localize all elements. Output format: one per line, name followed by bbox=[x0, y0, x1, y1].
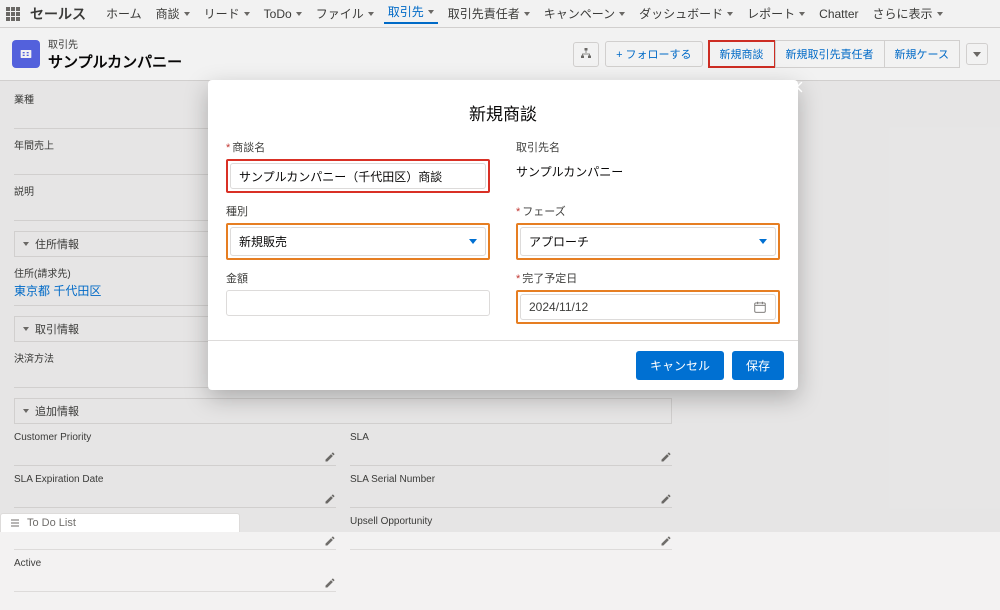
calendar-icon bbox=[753, 300, 767, 314]
cancel-button[interactable]: キャンセル bbox=[636, 351, 724, 380]
field-label: 金額 bbox=[226, 273, 248, 285]
modal-title: 新規商談 bbox=[208, 80, 798, 139]
chevron-down-icon bbox=[759, 239, 767, 244]
todo-utility-bar[interactable]: To Do List bbox=[0, 513, 240, 532]
close-icon[interactable] bbox=[788, 78, 812, 102]
type-field: 種別 新規販売 bbox=[226, 203, 490, 260]
detail-field: Active bbox=[14, 558, 336, 592]
close-date-field: *完了予定日 2024/11/12 bbox=[516, 270, 780, 324]
list-icon bbox=[9, 517, 21, 529]
field-label: 取引先名 bbox=[516, 142, 560, 154]
field-label: 商談名 bbox=[232, 142, 265, 154]
utility-label: To Do List bbox=[27, 517, 76, 529]
select-value: アプローチ bbox=[529, 233, 589, 250]
field-value bbox=[14, 571, 336, 585]
phase-select[interactable]: アプローチ bbox=[520, 227, 776, 256]
account-name-field: 取引先名 サンプルカンパニー bbox=[516, 139, 780, 193]
amount-field: 金額 bbox=[226, 270, 490, 324]
field-label: Active bbox=[14, 558, 336, 569]
phase-field: *フェーズ アプローチ bbox=[516, 203, 780, 260]
field-label: フェーズ bbox=[522, 206, 565, 218]
field-label: 種別 bbox=[226, 206, 248, 218]
date-value: 2024/11/12 bbox=[529, 300, 588, 314]
amount-input[interactable] bbox=[226, 290, 490, 316]
field-label: 完了予定日 bbox=[522, 273, 577, 285]
type-select[interactable]: 新規販売 bbox=[230, 227, 486, 256]
account-name-value: サンプルカンパニー bbox=[516, 159, 780, 180]
chevron-down-icon bbox=[469, 239, 477, 244]
opportunity-name-field: *商談名 bbox=[226, 139, 490, 193]
select-value: 新規販売 bbox=[239, 233, 287, 250]
close-date-input[interactable]: 2024/11/12 bbox=[520, 294, 776, 320]
save-button[interactable]: 保存 bbox=[732, 351, 784, 380]
new-opportunity-modal: 新規商談 *商談名 取引先名 サンプルカンパニー 種別 新規販売 *フェーズ bbox=[208, 80, 798, 390]
opportunity-name-input[interactable] bbox=[230, 163, 486, 189]
